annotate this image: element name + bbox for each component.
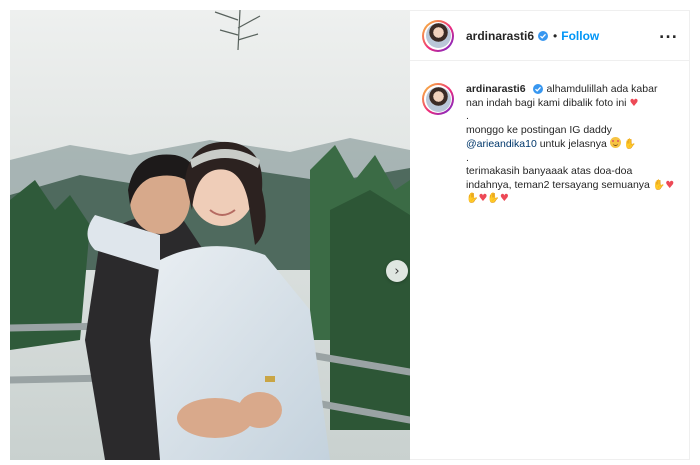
avatar[interactable]	[422, 19, 454, 52]
caption-line-2-suffix: untuk jelasnya	[539, 138, 607, 150]
caption-dot-1: .	[466, 110, 469, 122]
red-heart-emoji: ♥	[629, 97, 639, 109]
caption-text: ardinarasti6 alhamdulillah ada kabar nan …	[466, 83, 676, 206]
header-username[interactable]: ardinarasti6	[466, 29, 534, 43]
folded-hands-emoji: ✋	[466, 193, 479, 204]
folded-hands-emoji: ✋	[623, 139, 637, 150]
post-photo[interactable]: ›	[10, 10, 410, 460]
couple-photo-illustration	[10, 10, 410, 460]
folded-hands-emoji: ✋	[487, 193, 500, 204]
post-side-panel: ardinarasti6 • Follow ... ardinarasti6 al…	[410, 10, 690, 460]
folded-hands-emoji: ✋	[652, 179, 666, 191]
verified-badge-icon	[538, 30, 549, 41]
red-heart-emoji: ♥	[665, 179, 675, 191]
caption-row: ardinarasti6 alhamdulillah ada kabar nan …	[422, 83, 682, 206]
avatar-image	[425, 23, 451, 48]
post-header: ardinarasti6 • Follow ...	[410, 11, 690, 61]
instagram-post: › ardinarasti6 • Follow ... ardinarasti6…	[0, 0, 700, 465]
chevron-right-icon: ›	[394, 263, 400, 279]
caption-line-2-prefix: monggo ke postingan IG daddy	[466, 123, 612, 136]
smiling-face-with-hearts-emoji	[609, 137, 621, 148]
caption-line-3: terimakasih banyaaak atas doa-doa indahn…	[466, 165, 650, 191]
mention-link[interactable]: @arieandika10	[466, 138, 537, 150]
verified-badge-icon	[532, 84, 543, 94]
more-options-icon[interactable]: ...	[659, 27, 678, 41]
follow-button[interactable]: Follow	[561, 29, 599, 43]
red-heart-emoji: ♥	[499, 193, 509, 204]
avatar-image	[425, 86, 451, 112]
separator-dot: •	[553, 28, 558, 43]
caption-username[interactable]: ardinarasti6	[466, 83, 526, 95]
caption-avatar[interactable]	[422, 83, 454, 115]
next-photo-button[interactable]: ›	[386, 260, 408, 282]
caption-dot-2: .	[466, 151, 469, 164]
